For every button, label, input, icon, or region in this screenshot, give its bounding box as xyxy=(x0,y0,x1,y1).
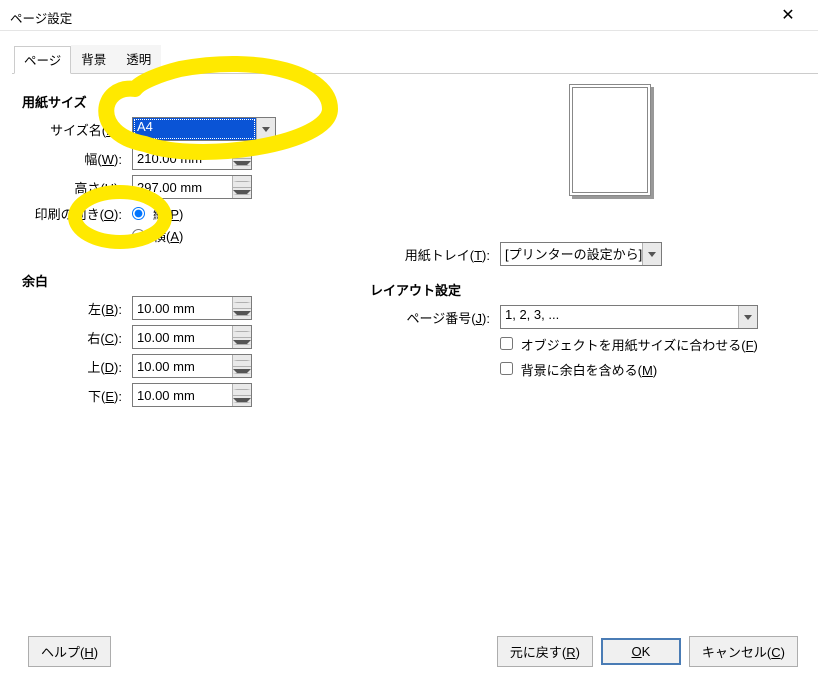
size-name-label: サイズ名(F): xyxy=(22,120,132,139)
chevron-down-icon xyxy=(648,252,656,257)
margin-left-label: 左(B): xyxy=(22,299,132,318)
height-spinner[interactable] xyxy=(132,175,252,199)
height-label: 高さ(H): xyxy=(22,178,132,197)
ok-button[interactable]: OK xyxy=(601,638,681,665)
spinner-up-icon[interactable] xyxy=(233,176,251,188)
margin-top-spinner[interactable] xyxy=(132,354,252,378)
spinner-down-icon[interactable] xyxy=(233,188,251,199)
orientation-portrait-label[interactable]: 縦(P) xyxy=(153,204,183,223)
window-title: ページ設定 xyxy=(10,4,768,27)
spinner-down-icon[interactable] xyxy=(233,338,251,349)
spinner-down-icon[interactable] xyxy=(233,396,251,407)
size-name-value: A4 xyxy=(133,118,256,140)
width-spinner[interactable] xyxy=(132,146,252,170)
spinner-up-icon[interactable] xyxy=(233,355,251,367)
width-label: 幅(W): xyxy=(22,149,132,168)
margin-right-input[interactable] xyxy=(133,326,232,348)
margin-bottom-label: 下(E): xyxy=(22,386,132,405)
margin-top-label: 上(D): xyxy=(22,357,132,376)
orientation-label: 印刷の向き(O): xyxy=(22,204,132,223)
spinner-down-icon[interactable] xyxy=(233,309,251,320)
tab-strip: ページ 背景 透明 xyxy=(12,45,818,74)
pagenum-dropdown[interactable]: 1, 2, 3, ... xyxy=(500,305,758,329)
orientation-landscape-radio[interactable] xyxy=(132,229,145,242)
spinner-up-icon[interactable] xyxy=(233,147,251,159)
size-name-dropdown[interactable]: A4 xyxy=(132,117,276,141)
margin-right-label: 右(C): xyxy=(22,328,132,347)
orientation-portrait-radio[interactable] xyxy=(132,207,145,220)
fit-objects-checkbox[interactable] xyxy=(500,337,513,350)
help-button[interactable]: ヘルプ(H) xyxy=(28,636,111,667)
spinner-up-icon[interactable] xyxy=(233,326,251,338)
margin-right-spinner[interactable] xyxy=(132,325,252,349)
fit-objects-label[interactable]: オブジェクトを用紙サイズに合わせる(F) xyxy=(521,338,758,353)
pagenum-label: ページ番号(J): xyxy=(370,308,500,327)
chevron-down-icon xyxy=(744,315,752,320)
margin-bottom-spinner[interactable] xyxy=(132,383,252,407)
paper-tray-value: [プリンターの設定から] xyxy=(501,243,642,265)
titlebar: ページ設定 ✕ xyxy=(0,0,818,31)
dropdown-button-icon[interactable] xyxy=(738,306,757,328)
cancel-button[interactable]: キャンセル(C) xyxy=(689,636,798,667)
spinner-up-icon[interactable] xyxy=(233,384,251,396)
spinner-up-icon[interactable] xyxy=(233,297,251,309)
bg-margin-label[interactable]: 背景に余白を含める(M) xyxy=(521,363,658,378)
margin-bottom-input[interactable] xyxy=(133,384,232,406)
paper-tray-dropdown[interactable]: [プリンターの設定から] xyxy=(500,242,662,266)
tab-background[interactable]: 背景 xyxy=(71,45,116,73)
spinner-down-icon[interactable] xyxy=(233,159,251,170)
layout-heading: レイアウト設定 xyxy=(370,280,800,299)
dropdown-button-icon[interactable] xyxy=(256,118,275,140)
bg-margin-checkbox[interactable] xyxy=(500,362,513,375)
pagenum-value: 1, 2, 3, ... xyxy=(501,306,738,328)
width-input[interactable] xyxy=(133,147,232,169)
reset-button[interactable]: 元に戻す(R) xyxy=(497,636,593,667)
margin-left-input[interactable] xyxy=(133,297,232,319)
tab-transparent[interactable]: 透明 xyxy=(116,45,161,73)
dropdown-button-icon[interactable] xyxy=(642,243,661,265)
margin-top-input[interactable] xyxy=(133,355,232,377)
paper-tray-label: 用紙トレイ(T): xyxy=(370,245,500,264)
height-input[interactable] xyxy=(133,176,232,198)
orientation-landscape-label[interactable]: 横(A) xyxy=(153,226,183,245)
dialog-footer: ヘルプ(H) 元に戻す(R) OK キャンセル(C) xyxy=(0,624,818,685)
margin-left-spinner[interactable] xyxy=(132,296,252,320)
page-preview xyxy=(420,84,800,199)
chevron-down-icon xyxy=(262,127,270,132)
tab-page[interactable]: ページ xyxy=(14,46,71,74)
spinner-down-icon[interactable] xyxy=(233,367,251,378)
close-button[interactable]: ✕ xyxy=(768,5,808,25)
